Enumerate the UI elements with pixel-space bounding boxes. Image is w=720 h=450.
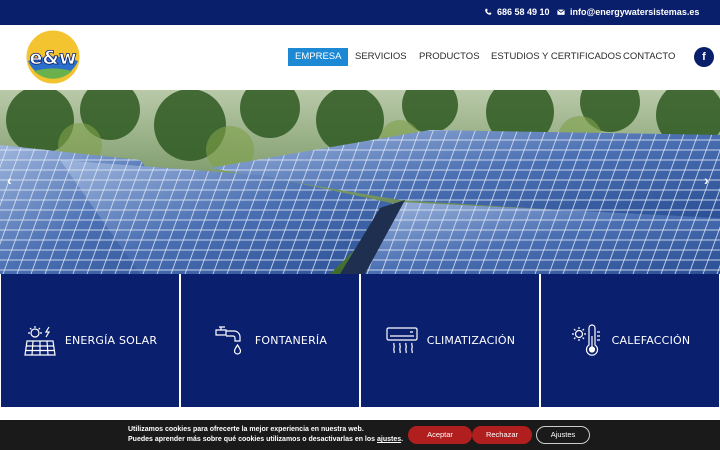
envelope-icon — [557, 9, 565, 15]
nav-item-estudios[interactable]: ESTUDIOS Y CERTIFICADOS — [491, 48, 621, 66]
phone-number: 686 58 49 10 — [497, 7, 550, 17]
cookie-message-line1: Utilizamos cookies para ofrecerte la mej… — [128, 426, 364, 433]
thermometer-icon — [571, 323, 600, 356]
service-label: CALEFACCIÓN — [611, 334, 691, 347]
hero-slider — [0, 90, 720, 274]
slider-prev-arrow[interactable]: ‹ — [7, 172, 12, 188]
logo-text: e&w — [29, 47, 76, 69]
phone-icon — [485, 8, 492, 15]
nav-item-servicios[interactable]: SERVICIOS — [355, 48, 407, 66]
settings-button[interactable]: Ajustes — [536, 426, 590, 444]
nav-item-productos[interactable]: PRODUCTOS — [419, 48, 480, 66]
air-conditioner-icon — [386, 326, 418, 353]
service-label: FONTANERÍA — [254, 334, 328, 347]
solar-panel-icon — [24, 325, 56, 356]
cookie-text-end: . — [401, 436, 404, 443]
accept-button[interactable]: Aceptar — [408, 426, 472, 444]
service-tile-fontaneria[interactable]: FONTANERÍA — [181, 274, 359, 407]
service-tile-climatizacion[interactable]: CLIMATIZACIÓN — [361, 274, 539, 407]
service-tile-solar[interactable]: ENERGÍA SOLAR — [1, 274, 179, 407]
nav-item-contacto[interactable]: CONTACTO — [623, 48, 675, 66]
cookie-message: Utilizamos cookies para ofrecerte la mej… — [128, 425, 403, 445]
logo[interactable]: e&w — [24, 28, 82, 86]
facebook-icon[interactable]: f — [694, 47, 714, 67]
faucet-icon — [215, 325, 241, 355]
service-label: ENERGÍA SOLAR — [64, 334, 158, 347]
cookie-message-line2: Puedes aprender más sobre qué cookies ut… — [128, 435, 403, 445]
slider-next-arrow[interactable]: › — [704, 172, 709, 188]
solar-panels-image — [0, 90, 720, 274]
service-label: CLIMATIZACIÓN — [426, 334, 516, 347]
cookie-text: Puedes aprender más sobre qué cookies ut… — [128, 436, 377, 443]
cookie-banner: Utilizamos cookies para ofrecerte la mej… — [0, 420, 720, 450]
top-bar: 686 58 49 10 info@energywatersistemas.es — [0, 0, 720, 25]
site-header: e&w EMPRESA SERVICIOS PRODUCTOS ESTUDIOS… — [0, 25, 720, 90]
cookie-settings-link[interactable]: ajustes — [377, 436, 401, 443]
service-tile-calefaccion[interactable]: CALEFACCIÓN — [541, 274, 719, 407]
services-section: ENERGÍA SOLAR FONTANERÍA CLIMATIZACIÓN C… — [0, 274, 720, 408]
email-contact[interactable]: info@energywatersistemas.es — [557, 7, 699, 17]
nav-item-empresa[interactable]: EMPRESA — [288, 48, 349, 66]
phone-contact[interactable]: 686 58 49 10 — [484, 7, 550, 17]
email-address: info@energywatersistemas.es — [570, 7, 700, 17]
reject-button[interactable]: Rechazar — [472, 426, 532, 444]
